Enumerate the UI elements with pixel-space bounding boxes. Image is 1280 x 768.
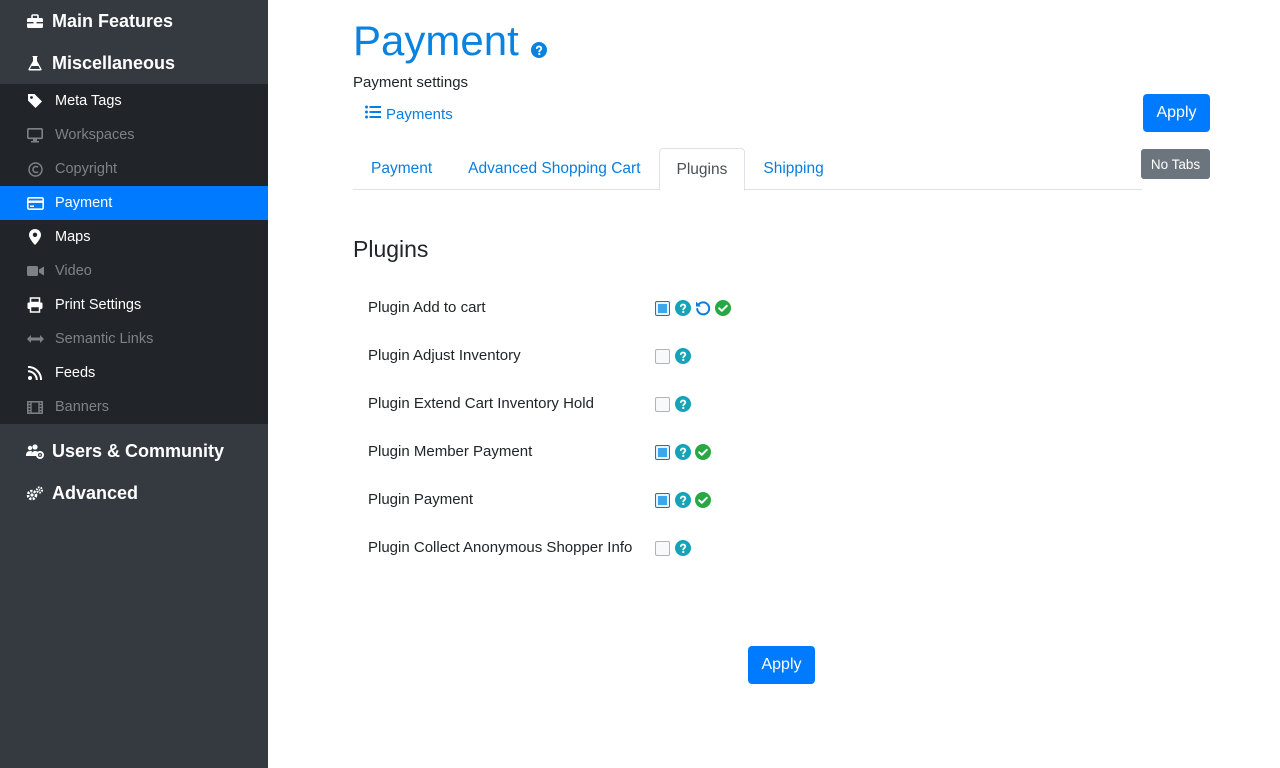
plugin-row: Plugin Collect Anonymous Shopper Info bbox=[368, 536, 695, 560]
plugin-label: Plugin Adjust Inventory bbox=[368, 347, 521, 364]
cogs-icon bbox=[26, 484, 44, 502]
sidebar-item-label: Semantic Links bbox=[55, 331, 154, 347]
film-icon bbox=[26, 399, 44, 415]
plugin-checkbox[interactable] bbox=[655, 396, 670, 412]
sidebar-item-workspaces[interactable]: Workspaces bbox=[0, 118, 268, 152]
sidebar-category-label: Miscellaneous bbox=[52, 52, 176, 73]
help-icon[interactable] bbox=[675, 540, 691, 556]
plugin-checkbox[interactable] bbox=[655, 492, 670, 508]
page-title-text: Payment bbox=[353, 17, 519, 64]
apply-button-bottom[interactable]: Apply bbox=[748, 646, 815, 684]
plugin-controls bbox=[655, 536, 695, 560]
rss-icon bbox=[26, 365, 44, 381]
sidebar-category-label: Main Features bbox=[52, 10, 174, 31]
apply-button-top[interactable]: Apply bbox=[1143, 94, 1210, 132]
plugin-checkbox[interactable] bbox=[655, 540, 670, 556]
help-icon[interactable] bbox=[675, 396, 691, 412]
sidebar-item-label: Maps bbox=[55, 229, 91, 245]
sidebar-item-label: Banners bbox=[55, 399, 110, 415]
sidebar-item-video[interactable]: Video bbox=[0, 254, 268, 288]
sidebar-item-label: Print Settings bbox=[55, 297, 142, 313]
sidebar-item-print-settings[interactable]: Print Settings bbox=[0, 288, 268, 322]
tab-advanced-shopping-cart[interactable]: Advanced Shopping Cart bbox=[450, 148, 658, 190]
sidebar-item-label: Workspaces bbox=[55, 127, 135, 143]
sidebar-sub-list: Meta Tags Workspaces Copyright Payment M… bbox=[0, 84, 268, 424]
reset-icon[interactable] bbox=[695, 300, 711, 316]
section-title: Plugins bbox=[353, 236, 429, 262]
plugin-label: Plugin Collect Anonymous Shopper Info bbox=[368, 539, 633, 556]
sidebar: Main Features Miscellaneous Meta Tags Wo… bbox=[0, 0, 268, 768]
sidebar-category-advanced[interactable]: Advanced bbox=[0, 472, 268, 514]
plugin-label: Plugin Payment bbox=[368, 491, 474, 508]
no-tabs-button[interactable]: No Tabs bbox=[1141, 149, 1210, 179]
plugin-row: Plugin Adjust Inventory bbox=[368, 344, 695, 368]
tab-payment[interactable]: Payment bbox=[353, 148, 450, 190]
tab-shipping[interactable]: Shipping bbox=[745, 148, 841, 190]
sidebar-category-main-features[interactable]: Main Features bbox=[0, 0, 268, 42]
sidebar-category-label: Advanced bbox=[52, 482, 139, 503]
payments-link-label: Payments bbox=[386, 105, 453, 123]
plugin-label: Plugin Extend Cart Inventory Hold bbox=[368, 395, 594, 412]
plugin-label: Plugin Member Payment bbox=[368, 443, 533, 460]
plugin-row: Plugin Add to cart bbox=[368, 296, 735, 320]
page-subtitle: Payment settings bbox=[353, 74, 469, 91]
tab-plugins[interactable]: Plugins bbox=[658, 148, 746, 191]
sidebar-item-banners[interactable]: Banners bbox=[0, 390, 268, 424]
plugin-controls bbox=[655, 488, 715, 512]
sidebar-item-copyright[interactable]: Copyright bbox=[0, 152, 268, 186]
sidebar-category-miscellaneous[interactable]: Miscellaneous bbox=[0, 42, 268, 84]
desktop-icon bbox=[26, 127, 44, 143]
plugin-checkbox[interactable] bbox=[655, 300, 670, 316]
plugin-checkbox[interactable] bbox=[655, 348, 670, 364]
sidebar-item-feeds[interactable]: Feeds bbox=[0, 356, 268, 390]
plugin-row: Plugin Member Payment bbox=[368, 440, 715, 464]
sidebar-item-label: Video bbox=[55, 263, 92, 279]
help-icon[interactable] bbox=[675, 300, 691, 316]
help-icon[interactable] bbox=[675, 348, 691, 364]
help-icon[interactable] bbox=[675, 492, 691, 508]
check-circle-icon bbox=[695, 492, 711, 508]
page-title: Payment bbox=[353, 14, 547, 68]
sidebar-item-maps[interactable]: Maps bbox=[0, 220, 268, 254]
copyright-icon bbox=[26, 161, 44, 177]
payments-link[interactable]: Payments bbox=[365, 105, 453, 123]
credit-card-icon bbox=[26, 195, 44, 211]
map-marker-icon bbox=[26, 229, 44, 245]
plugin-controls bbox=[655, 296, 735, 320]
sidebar-item-label: Payment bbox=[55, 195, 113, 211]
users-cog-icon bbox=[26, 442, 44, 460]
plugin-checkbox[interactable] bbox=[655, 444, 670, 460]
plugin-row: Plugin Extend Cart Inventory Hold bbox=[368, 392, 695, 416]
plugin-controls bbox=[655, 392, 695, 416]
video-icon bbox=[26, 263, 44, 279]
help-icon[interactable] bbox=[675, 444, 691, 460]
plugin-row: Plugin Payment bbox=[368, 488, 715, 512]
plugin-controls bbox=[655, 344, 695, 368]
sidebar-item-label: Meta Tags bbox=[55, 93, 122, 109]
check-circle-icon bbox=[695, 444, 711, 460]
sidebar-item-label: Copyright bbox=[55, 161, 118, 177]
print-icon bbox=[26, 297, 44, 313]
plugin-label: Plugin Add to cart bbox=[368, 299, 486, 316]
sidebar-item-semantic-links[interactable]: Semantic Links bbox=[0, 322, 268, 356]
sidebar-item-payment[interactable]: Payment bbox=[0, 186, 268, 220]
check-circle-icon bbox=[715, 300, 731, 316]
arrows-h-icon bbox=[26, 331, 44, 347]
sidebar-item-meta-tags[interactable]: Meta Tags bbox=[0, 84, 268, 118]
plugin-controls bbox=[655, 440, 715, 464]
list-icon bbox=[365, 105, 386, 123]
sidebar-bottom-categories: Users & Community Advanced bbox=[0, 424, 268, 514]
sidebar-category-users-community[interactable]: Users & Community bbox=[0, 430, 268, 472]
flask-icon bbox=[26, 54, 44, 72]
help-icon[interactable] bbox=[530, 20, 547, 68]
tab-bar: Payment Advanced Shopping Cart Plugins S… bbox=[353, 148, 1142, 191]
tag-icon bbox=[26, 93, 44, 109]
sidebar-category-label: Users & Community bbox=[52, 440, 225, 461]
sidebar-item-label: Feeds bbox=[55, 365, 96, 381]
toolbox-icon bbox=[26, 12, 44, 30]
